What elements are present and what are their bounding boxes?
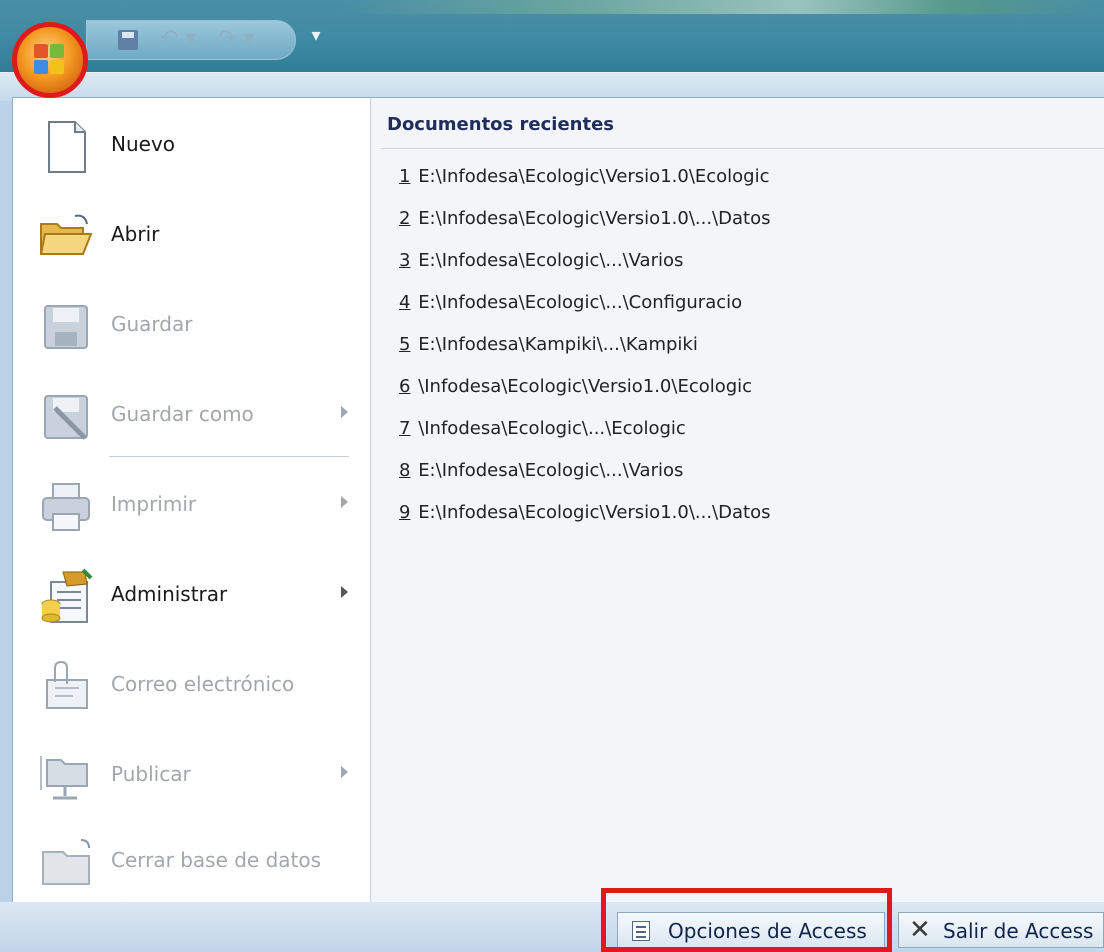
office-menu: Nuevo Abrir Guardar Guardar como Imprimi… [12, 97, 1104, 904]
submenu-arrow-icon [341, 766, 348, 778]
undo-icon[interactable]: ↶ ▾ [160, 26, 200, 52]
menu-item-label: Imprimir [111, 492, 197, 516]
title-bar-glow [340, 0, 1104, 14]
menu-item-guardar-como[interactable]: Guardar como [33, 380, 353, 452]
close-database-icon [42, 839, 90, 885]
save-as-icon [44, 395, 88, 440]
printer-icon [42, 483, 90, 531]
recent-document-item[interactable]: 7 \Infodesa\Ecologic\...\Ecologic [399, 414, 686, 444]
menu-item-label: Correo electrónico [111, 672, 295, 696]
submenu-arrow-icon [341, 586, 348, 598]
recent-documents-panel: Documentos recientes 1 E:\Infodesa\Ecolo… [371, 98, 1104, 903]
office-button[interactable] [12, 22, 88, 98]
menu-separator [109, 456, 349, 457]
menu-footer: Opciones de Access ✕ Salir de Access [0, 902, 1104, 952]
menu-item-label: Nuevo [111, 132, 176, 156]
menu-item-label: Guardar [111, 312, 193, 336]
menu-item-label: Cerrar base de datos [111, 848, 322, 872]
close-icon: ✕ [909, 915, 931, 945]
email-attachment-icon [46, 660, 88, 709]
exit-access-label: Salir de Access [943, 919, 1094, 943]
recent-divider [381, 148, 1104, 149]
menu-item-administrar[interactable]: Administrar [33, 560, 353, 632]
new-document-icon [48, 121, 86, 173]
recent-documents-heading: Documentos recientes [387, 114, 614, 135]
submenu-arrow-icon [341, 406, 348, 418]
menu-item-imprimir[interactable]: Imprimir [33, 470, 353, 542]
menu-item-abrir[interactable]: Abrir [33, 200, 353, 272]
recent-document-item[interactable]: 4 E:\Infodesa\Ecologic\...\Configuracio [399, 288, 742, 318]
manage-database-icon [41, 568, 93, 623]
save-icon[interactable] [118, 30, 138, 50]
recent-document-item[interactable]: 3 E:\Infodesa\Ecologic\...\Varios [399, 246, 683, 276]
menu-commands: Nuevo Abrir Guardar Guardar como Imprimi… [13, 98, 371, 903]
exit-access-button[interactable]: ✕ Salir de Access [898, 912, 1104, 948]
submenu-arrow-icon [341, 496, 348, 508]
save-disk-icon [44, 305, 88, 349]
options-highlight-box [601, 888, 892, 952]
menu-item-nuevo[interactable]: Nuevo [33, 110, 353, 182]
menu-item-label: Abrir [111, 222, 160, 246]
office-logo-icon [34, 44, 66, 76]
customize-qat-icon[interactable]: ▾ [306, 26, 326, 46]
menu-item-guardar[interactable]: Guardar [33, 290, 353, 362]
publish-folder-icon [40, 756, 88, 800]
menu-item-label: Guardar como [111, 402, 254, 426]
menu-item-publicar[interactable]: Publicar [33, 740, 353, 812]
recent-document-item[interactable]: 9 E:\Infodesa\Ecologic\Versio1.0\...\Dat… [399, 498, 770, 528]
recent-document-item[interactable]: 5 E:\Infodesa\Kampiki\...\Kampiki [399, 330, 698, 360]
recent-document-item[interactable]: 8 E:\Infodesa\Ecologic\...\Varios [399, 456, 683, 486]
recent-document-item[interactable]: 1 E:\Infodesa\Ecologic\Versio1.0\Ecologi… [399, 162, 770, 192]
menu-item-label: Publicar [111, 762, 191, 786]
recent-document-item[interactable]: 2 E:\Infodesa\Ecologic\Versio1.0\...\Dat… [399, 204, 770, 234]
recent-document-item[interactable]: 6 \Infodesa\Ecologic\Versio1.0\Ecologic [399, 372, 752, 402]
menu-item-cerrar-base-datos[interactable]: Cerrar base de datos [33, 826, 353, 898]
open-folder-icon [39, 214, 93, 255]
menu-item-correo[interactable]: Correo electrónico [33, 650, 353, 722]
menu-item-label: Administrar [111, 582, 228, 606]
redo-icon[interactable]: ↷ ▾ [218, 26, 258, 52]
